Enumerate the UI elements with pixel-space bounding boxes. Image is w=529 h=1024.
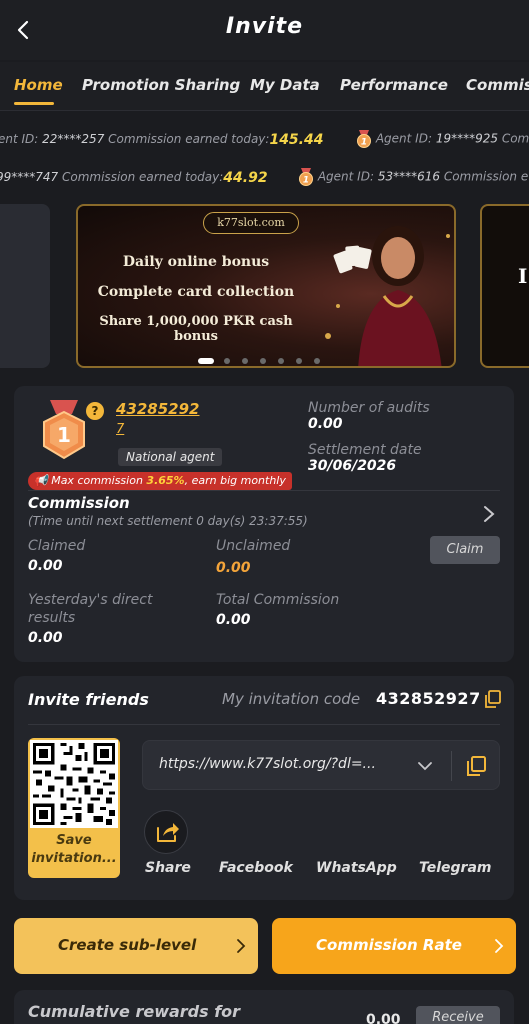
cumulative-rewards-card: Cumulative rewards for 0.00 Receive bbox=[14, 990, 514, 1024]
unclaimed-value: 0.00 bbox=[216, 560, 251, 576]
banner-model-image bbox=[325, 226, 450, 366]
carousel-dot[interactable] bbox=[314, 358, 320, 364]
banner-line: Share 1,000,000 PKR cash bonus bbox=[99, 314, 293, 344]
ticker-item: 99****747 Commission earned today: 44.92 bbox=[0, 170, 268, 186]
tab-home[interactable]: Home bbox=[14, 76, 63, 94]
agent-card: 1 ? 43285292 7 National agent Number of … bbox=[14, 386, 514, 662]
ticker-item: ent ID: 22****257 Commission earned toda… bbox=[0, 132, 324, 148]
svg-text:1: 1 bbox=[303, 176, 309, 186]
cumulative-rewards-label: Cumulative rewards for bbox=[28, 1002, 241, 1021]
tab-bar: Home Promotion Sharing My Data Performan… bbox=[0, 62, 529, 110]
tab-promotion-sharing[interactable]: Promotion Sharing bbox=[82, 76, 240, 94]
header-bar: Invite bbox=[0, 0, 529, 60]
qr-save-card[interactable]: Save invitation... bbox=[28, 738, 120, 878]
promo-banner[interactable]: k77slot.com Daily online bonus Complete … bbox=[76, 204, 456, 368]
yesterday-label-2: results bbox=[28, 610, 76, 626]
banner-next[interactable]: I bbox=[480, 204, 529, 368]
commission-ticker-1: ent ID: 22****257 Commission earned toda… bbox=[0, 130, 529, 152]
commission-ticker-2: 99****747 Commission earned today: 44.92… bbox=[0, 168, 529, 190]
agent-sub-count[interactable]: 7 bbox=[116, 422, 124, 437]
svg-text:1: 1 bbox=[57, 423, 71, 447]
claimed-label: Claimed bbox=[28, 538, 86, 554]
carousel-dot[interactable] bbox=[278, 358, 284, 364]
divider bbox=[28, 724, 500, 725]
invite-link-text: https://www.k77slot.org/?dl=... bbox=[159, 756, 376, 772]
commission-rate-label: Commission Rate bbox=[316, 936, 462, 954]
carousel-dot[interactable] bbox=[242, 358, 248, 364]
page-title: Invite bbox=[225, 14, 304, 39]
banner-next-text: I bbox=[518, 264, 528, 288]
share-label[interactable]: Share bbox=[145, 860, 191, 876]
megaphone-icon: 📢 bbox=[34, 474, 48, 487]
audits-label: Number of audits bbox=[308, 400, 430, 416]
telegram-share[interactable]: Telegram bbox=[419, 860, 492, 876]
facebook-share[interactable]: Facebook bbox=[219, 860, 293, 876]
qr-code-image bbox=[30, 740, 118, 828]
commission-rate-button[interactable]: Commission Rate bbox=[272, 918, 516, 974]
ticker-item: 1 Agent ID: 19****925 Com bbox=[356, 130, 529, 148]
whatsapp-share[interactable]: WhatsApp bbox=[316, 860, 397, 876]
copy-code-icon[interactable] bbox=[484, 690, 502, 708]
banner-previous[interactable] bbox=[0, 204, 50, 368]
invite-link-field[interactable]: https://www.k77slot.org/?dl=... bbox=[142, 740, 500, 790]
invite-title: Invite friends bbox=[28, 690, 149, 709]
invitation-code: 432852927 bbox=[376, 689, 481, 708]
active-tab-indicator bbox=[14, 102, 54, 105]
total-commission-value: 0.00 bbox=[216, 612, 251, 628]
tab-commission[interactable]: Commiss bbox=[466, 76, 529, 94]
agent-id[interactable]: 43285292 bbox=[116, 400, 200, 418]
banner-line: Daily online bonus bbox=[122, 254, 270, 270]
ticker-item: 1 Agent ID: 53****616 Commission e bbox=[298, 168, 528, 186]
svg-text:1: 1 bbox=[361, 138, 367, 148]
help-icon[interactable]: ? bbox=[86, 402, 104, 420]
yesterday-label: Yesterday's direct bbox=[28, 592, 153, 608]
divider bbox=[28, 490, 500, 491]
tab-performance[interactable]: Performance bbox=[340, 76, 448, 94]
cumulative-rewards-value: 0.00 bbox=[366, 1012, 401, 1024]
carousel-dots bbox=[198, 358, 338, 366]
create-sub-level-button[interactable]: Create sub-level bbox=[14, 918, 258, 974]
tab-my-data[interactable]: My Data bbox=[250, 76, 320, 94]
claim-button[interactable]: Claim bbox=[430, 536, 500, 564]
save-invitation-label[interactable]: Save invitation... bbox=[28, 832, 120, 868]
claimed-value: 0.00 bbox=[28, 558, 63, 574]
carousel-dot[interactable] bbox=[260, 358, 266, 364]
total-commission-label: Total Commission bbox=[216, 592, 340, 608]
medal-icon: 1 bbox=[357, 130, 371, 148]
banner-logo: k77slot.com bbox=[203, 212, 299, 234]
divider bbox=[451, 751, 452, 781]
agent-level-medal-icon: 1 bbox=[43, 400, 85, 460]
carousel-dot-active[interactable] bbox=[198, 358, 214, 364]
create-sub-level-label: Create sub-level bbox=[58, 936, 197, 954]
tabs-divider bbox=[0, 110, 529, 111]
carousel-dot[interactable] bbox=[296, 358, 302, 364]
copy-link-icon[interactable] bbox=[465, 755, 487, 777]
settlement-label: Settlement date bbox=[308, 442, 422, 458]
chevron-right-icon[interactable] bbox=[482, 504, 496, 524]
chevron-down-icon[interactable] bbox=[417, 758, 433, 774]
commission-title: Commission bbox=[28, 494, 130, 512]
share-icon bbox=[157, 823, 179, 842]
chevron-right-icon bbox=[237, 939, 246, 953]
settlement-countdown: (Time until next settlement 0 day(s) 23:… bbox=[28, 514, 308, 528]
agent-level-badge: National agent bbox=[118, 448, 223, 466]
settlement-value: 30/06/2026 bbox=[308, 458, 397, 474]
medal-icon: 1 bbox=[299, 168, 313, 186]
share-button[interactable] bbox=[144, 810, 188, 854]
max-commission-banner: 📢 Max commission 3.65%, earn big monthly bbox=[28, 472, 292, 490]
banner-line: Complete card collection bbox=[97, 284, 295, 300]
invitation-code-label: My invitation code bbox=[222, 690, 361, 708]
yesterday-value: 0.00 bbox=[28, 630, 63, 646]
unclaimed-label: Unclaimed bbox=[216, 538, 291, 554]
carousel-dot[interactable] bbox=[224, 358, 230, 364]
audits-value: 0.00 bbox=[308, 416, 343, 432]
invite-card: Invite friends My invitation code 432852… bbox=[14, 676, 514, 900]
receive-button[interactable]: Receive bbox=[416, 1006, 500, 1024]
chevron-right-icon bbox=[495, 939, 504, 953]
